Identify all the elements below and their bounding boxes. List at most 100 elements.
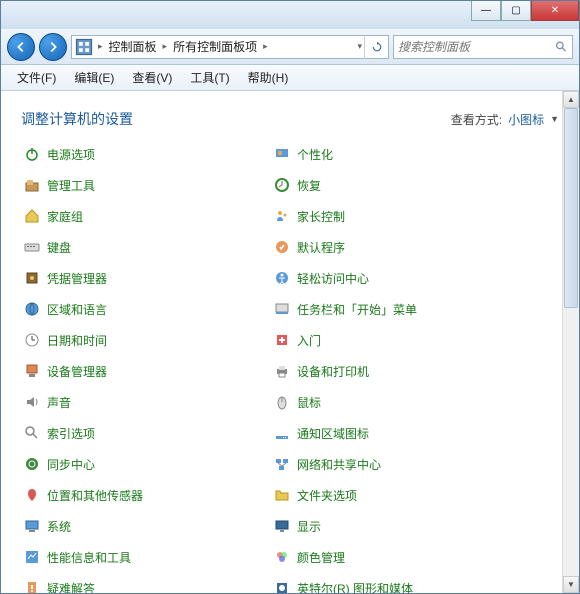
forward-button[interactable] — [39, 33, 67, 61]
window: — ▢ ✕ ▸ 控制面板 ▸ 所有控制面板项 ▸ ▾ — [0, 0, 580, 594]
cp-item-notify[interactable]: 通知区域图标 — [271, 422, 511, 444]
view-mode-link[interactable]: 小图标 — [508, 111, 544, 128]
breadcrumb-item[interactable]: 控制面板 — [105, 38, 161, 55]
search-icon — [555, 40, 568, 54]
breadcrumb-sep[interactable]: ▸ — [161, 41, 170, 52]
refresh-button[interactable] — [364, 35, 388, 59]
cp-item-region[interactable]: 区域和语言 — [21, 298, 261, 320]
cp-item-label: 设备和打印机 — [297, 363, 369, 380]
cp-item-label: 家长控制 — [297, 208, 345, 225]
content-header: 调整计算机的设置 查看方式: 小图标 ▼ — [1, 91, 579, 143]
titlebar-buttons: — ▢ ✕ — [471, 1, 579, 21]
cp-item-getting[interactable]: 入门 — [271, 329, 511, 351]
menu-edit[interactable]: 编辑(E) — [66, 67, 122, 88]
cp-item-network[interactable]: 网络和共享中心 — [271, 453, 511, 475]
menu-file[interactable]: 文件(F) — [9, 67, 64, 88]
home-icon — [23, 207, 41, 225]
cp-item-display[interactable]: 显示 — [271, 515, 511, 537]
cp-item-default[interactable]: 默认程序 — [271, 236, 511, 258]
address-dropdown[interactable]: ▾ — [355, 41, 364, 52]
cp-item-keyboard[interactable]: 键盘 — [21, 236, 261, 258]
breadcrumb-sep[interactable]: ▸ — [261, 41, 270, 52]
cp-item-label: 入门 — [297, 332, 321, 349]
cp-item-taskbar[interactable]: 任务栏和「开始」菜单 — [271, 298, 511, 320]
recovery-icon — [273, 176, 291, 194]
breadcrumb-item[interactable]: 所有控制面板项 — [169, 38, 261, 55]
view-label: 查看方式: — [451, 111, 502, 128]
cp-item-label: 默认程序 — [297, 239, 345, 256]
cp-item-admin[interactable]: 管理工具 — [21, 174, 261, 196]
view-control: 查看方式: 小图标 ▼ — [451, 111, 559, 128]
printer-icon — [273, 362, 291, 380]
cp-item-trouble[interactable]: 疑难解答 — [21, 577, 261, 593]
cp-item-printer[interactable]: 设备和打印机 — [271, 360, 511, 382]
view-dropdown-icon[interactable]: ▼ — [550, 114, 559, 124]
parental-icon — [273, 207, 291, 225]
cp-item-personalize[interactable]: 个性化 — [271, 143, 511, 165]
cp-item-location[interactable]: 位置和其他传感器 — [21, 484, 261, 506]
cp-item-sound[interactable]: 声音 — [21, 391, 261, 413]
taskbar-icon — [273, 300, 291, 318]
menubar: 文件(F) 编辑(E) 查看(V) 工具(T) 帮助(H) — [1, 65, 579, 91]
menu-help[interactable]: 帮助(H) — [240, 67, 297, 88]
cp-item-label: 系统 — [47, 518, 71, 535]
cp-item-label: 英特尔(R) 图形和媒体 — [297, 580, 413, 594]
cp-item-mouse[interactable]: 鼠标 — [271, 391, 511, 413]
cp-item-sync[interactable]: 同步中心 — [21, 453, 261, 475]
items-grid: 电源选项管理工具家庭组键盘凭据管理器区域和语言日期和时间设备管理器声音索引选项同… — [1, 143, 579, 593]
cp-item-index[interactable]: 索引选项 — [21, 422, 261, 444]
cp-item-label: 鼠标 — [297, 394, 321, 411]
device-icon — [23, 362, 41, 380]
cp-item-system[interactable]: 系统 — [21, 515, 261, 537]
scroll-thumb[interactable] — [564, 108, 578, 308]
cp-item-label: 区域和语言 — [47, 301, 107, 318]
cp-item-power[interactable]: 电源选项 — [21, 143, 261, 165]
power-icon — [23, 145, 41, 163]
cp-item-device[interactable]: 设备管理器 — [21, 360, 261, 382]
network-icon — [273, 455, 291, 473]
cp-item-recovery[interactable]: 恢复 — [271, 174, 511, 196]
close-button[interactable]: ✕ — [531, 1, 579, 21]
breadcrumb-sep[interactable]: ▸ — [96, 41, 105, 52]
scroll-down-button[interactable]: ▼ — [563, 576, 579, 593]
maximize-button[interactable]: ▢ — [501, 1, 531, 21]
back-button[interactable] — [7, 33, 35, 61]
cp-item-perf[interactable]: 性能信息和工具 — [21, 546, 261, 568]
refresh-icon — [371, 41, 383, 53]
cp-item-folder[interactable]: 文件夹选项 — [271, 484, 511, 506]
breadcrumb: 控制面板 ▸ 所有控制面板项 ▸ — [105, 38, 270, 55]
getting-icon — [273, 331, 291, 349]
cp-item-ease[interactable]: 轻松访问中心 — [271, 267, 511, 289]
default-icon — [273, 238, 291, 256]
color-icon — [273, 548, 291, 566]
cp-item-clock[interactable]: 日期和时间 — [21, 329, 261, 351]
cp-item-label: 凭据管理器 — [47, 270, 107, 287]
items-column-left: 电源选项管理工具家庭组键盘凭据管理器区域和语言日期和时间设备管理器声音索引选项同… — [21, 143, 261, 593]
titlebar: — ▢ ✕ — [1, 1, 579, 29]
cp-item-label: 轻松访问中心 — [297, 270, 369, 287]
scrollbar[interactable]: ▲ ▼ — [562, 91, 579, 593]
cp-item-label: 显示 — [297, 518, 321, 535]
mouse-icon — [273, 393, 291, 411]
address-bar[interactable]: ▸ 控制面板 ▸ 所有控制面板项 ▸ ▾ — [71, 35, 389, 59]
menu-tools[interactable]: 工具(T) — [182, 67, 237, 88]
sound-icon — [23, 393, 41, 411]
menu-view[interactable]: 查看(V) — [124, 67, 180, 88]
cp-item-label: 颜色管理 — [297, 549, 345, 566]
cp-item-color[interactable]: 颜色管理 — [271, 546, 511, 568]
cp-item-label: 管理工具 — [47, 177, 95, 194]
personalize-icon — [273, 145, 291, 163]
cp-item-parental[interactable]: 家长控制 — [271, 205, 511, 227]
search-input[interactable] — [398, 40, 555, 54]
search-box[interactable] — [393, 35, 573, 59]
admin-icon — [23, 176, 41, 194]
cp-item-intel[interactable]: 英特尔(R) 图形和媒体 — [271, 577, 511, 593]
display-icon — [273, 517, 291, 535]
cp-item-label: 声音 — [47, 394, 71, 411]
cp-item-home[interactable]: 家庭组 — [21, 205, 261, 227]
scroll-up-button[interactable]: ▲ — [563, 91, 579, 108]
sync-icon — [23, 455, 41, 473]
control-panel-icon — [74, 37, 94, 57]
cp-item-vault[interactable]: 凭据管理器 — [21, 267, 261, 289]
minimize-button[interactable]: — — [471, 1, 501, 21]
